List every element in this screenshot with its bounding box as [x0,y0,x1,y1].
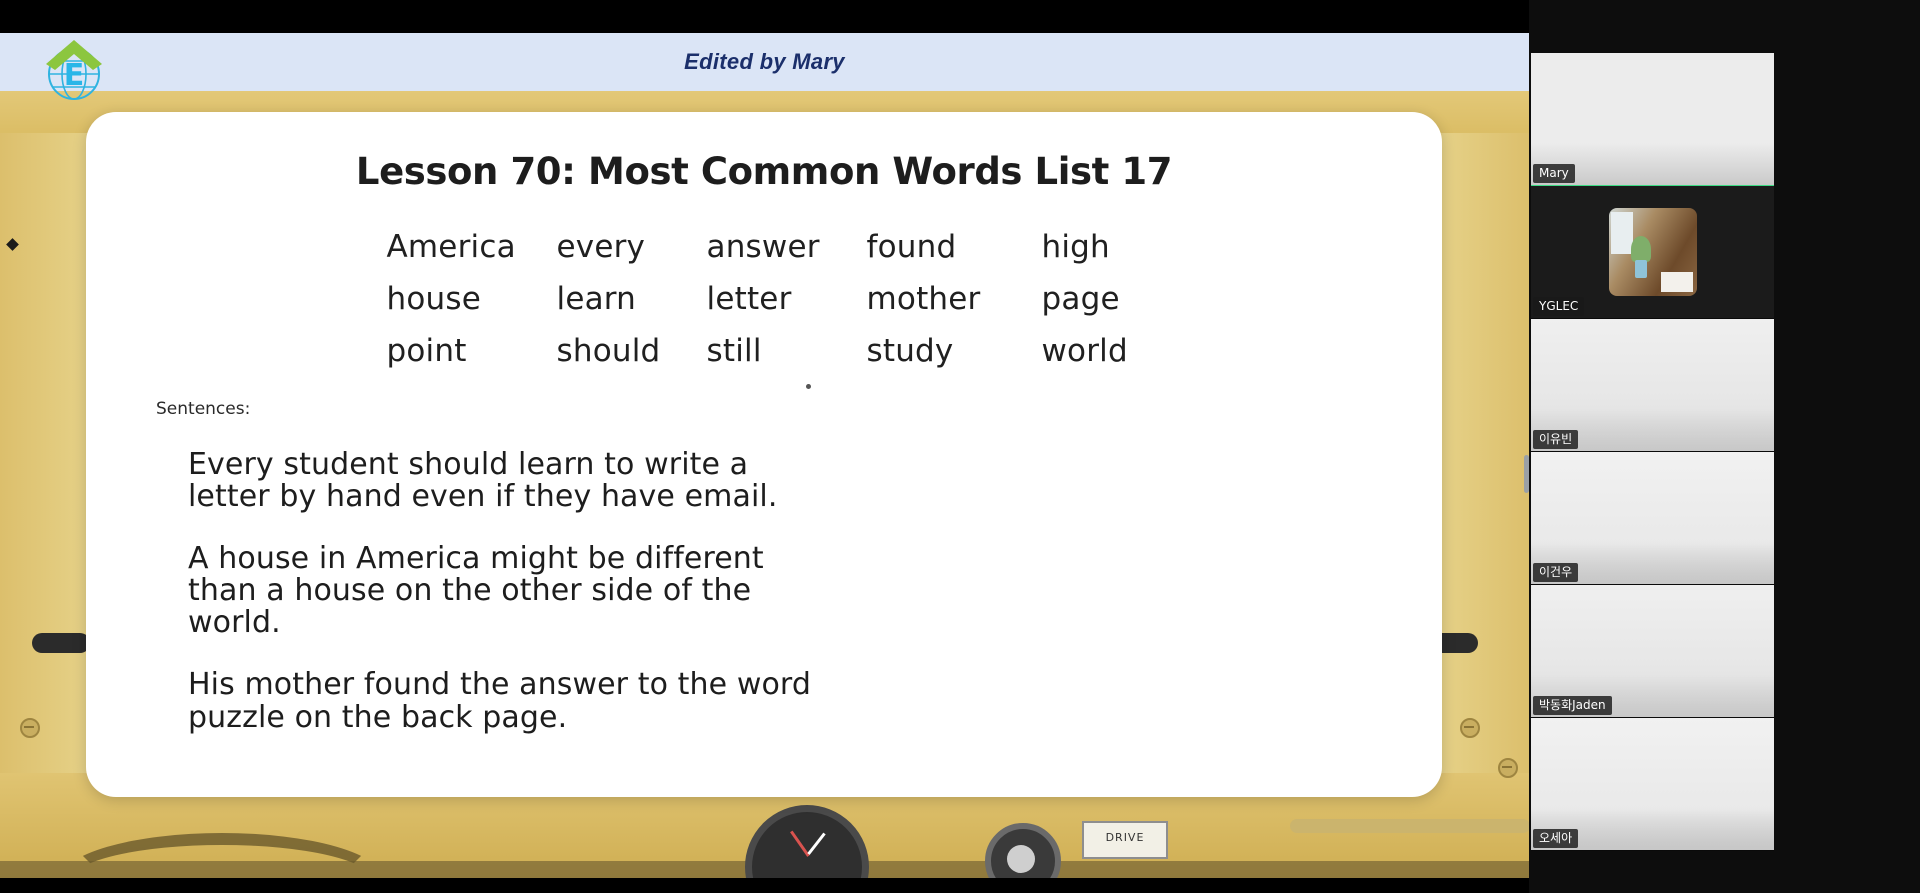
bus-screw-1 [20,718,40,738]
vocab-word: answer [706,229,820,265]
participant-tiles: Mary YGLEC 이유빈 이건우 박동화Jaden 오세아 [1531,53,1774,851]
bus-rail [1290,819,1529,833]
participant-name-badge: 오세아 [1533,829,1579,848]
vocab-word: mother [866,281,981,317]
sentence-item: A house in America might be different th… [188,541,764,641]
bus-handle-left [32,633,90,653]
vocab-word: every [556,229,646,265]
vocab-word: high [1041,229,1110,265]
participant-tile-4[interactable]: 이건우 [1531,452,1774,585]
sentence-item: His mother found the answer to the word … [188,667,811,735]
lesson-slide-card: Lesson 70: Most Common Words List 17 Ame… [86,112,1442,797]
lesson-title: Lesson 70: Most Common Words List 17 [355,150,1173,193]
bus-drive-plate-label: DRIVE [1105,831,1145,844]
participant-name-badge: 이유빈 [1533,430,1579,449]
bus-screw-2 [1460,718,1480,738]
thumbnail-window [1611,212,1633,254]
vocab-word: should [556,333,661,369]
participant-tile-yglec[interactable]: YGLEC [1531,186,1774,319]
screen-share-meeting-view: DRIVE Edited by Mary E Lesson 70: Most C… [0,0,1920,893]
vocab-word: letter [706,281,792,317]
participant-tile-mary[interactable]: Mary [1531,53,1774,186]
vocab-word: America [386,229,516,265]
vocab-word: learn [556,281,637,317]
vocab-word: page [1041,281,1120,317]
participant-name-badge: Mary [1533,164,1575,183]
bus-screw-3 [1498,758,1518,778]
share-header-bar: Edited by Mary [0,33,1529,91]
vocab-word: house [386,281,481,317]
vocabulary-word-grid: America every answer found high house le… [126,229,1402,369]
participant-name-badge: 박동화Jaden [1533,696,1612,715]
vocab-word: still [706,333,762,369]
logo-letter: E [64,58,85,93]
share-header-title: Edited by Mary [684,49,845,74]
mouse-pointer-dot [806,384,811,389]
thumbnail-plant [1631,236,1651,262]
participant-name-badge: YGLEC [1533,297,1585,316]
vocab-word: study [866,333,954,369]
bus-drive-plate: DRIVE [1082,821,1168,859]
thumbnail-paper [1661,272,1693,292]
participant-filmstrip[interactable]: Mary YGLEC 이유빈 이건우 박동화Jaden 오세아 [1529,0,1920,893]
sentence-item: Every student should learn to write a le… [188,447,778,515]
sentence-list: Every student should learn to write a le… [188,447,1402,735]
shared-video-thumbnail [1609,208,1697,296]
shared-screen-area[interactable]: DRIVE Edited by Mary E Lesson 70: Most C… [0,0,1529,893]
participant-tile-5[interactable]: 박동화Jaden [1531,585,1774,718]
ec-globe-arrow-logo: E [38,38,110,106]
vocab-word: found [866,229,957,265]
sentences-label: Sentences: [156,399,251,419]
vocab-word: world [1041,333,1128,369]
participant-tile-6[interactable]: 오세아 [1531,718,1774,851]
thumbnail-vase [1635,260,1647,278]
participant-tile-3[interactable]: 이유빈 [1531,319,1774,452]
vocab-word: point [386,333,467,369]
participant-name-badge: 이건우 [1533,563,1579,582]
